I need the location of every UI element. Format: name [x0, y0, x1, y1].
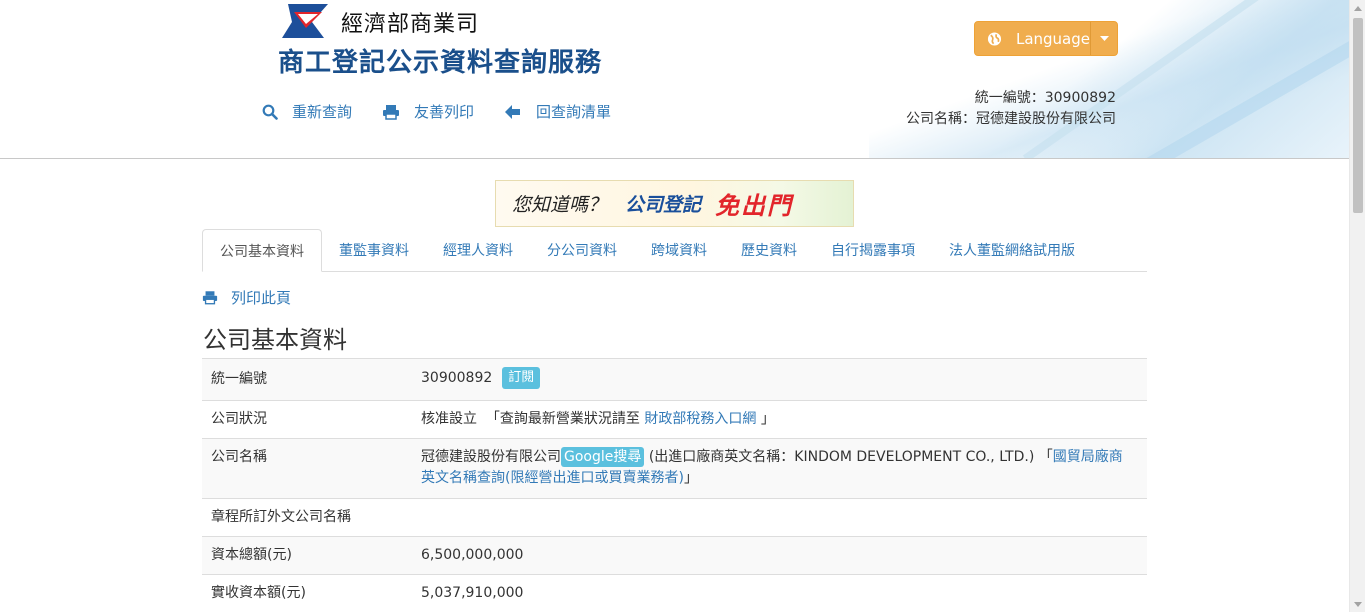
tab-history[interactable]: 歷史資料	[724, 229, 814, 271]
requery-link[interactable]: 重新查詢	[262, 101, 352, 122]
ministry-logo	[282, 4, 328, 38]
company-info-table: 統一編號 30900892 訂閱 公司狀況 核准設立 「查詢最新營業狀況請至 財政…	[202, 358, 1147, 612]
status-note-prefix: 「查詢最新營業狀況請至	[485, 411, 640, 427]
table-row: 公司狀況 核准設立 「查詢最新營業狀況請至 財政部稅務入口網 」	[202, 400, 1147, 439]
arrow-left-icon	[505, 104, 521, 119]
service-title: 商工登記公示資料查詢服務	[278, 48, 603, 78]
friendly-print-label: 友善列印	[414, 103, 475, 121]
header-company-name: 公司名稱：冠德建設股份有限公司	[906, 111, 1116, 127]
tab-branches[interactable]: 分公司資料	[530, 229, 634, 271]
row-label-name: 公司名稱	[211, 449, 267, 465]
page-header: 經濟部商業司 商工登記公示資料查詢服務 重新查詢 友善列印 回查詢清單 Lang…	[0, 0, 1349, 159]
scrollbar-thumb[interactable]	[1353, 18, 1363, 213]
banner-text-no-visit: 免出門	[715, 192, 794, 220]
banner-text-registration: 公司登記	[625, 194, 702, 216]
tab-self-disclosure[interactable]: 自行揭露事項	[814, 229, 932, 271]
tab-basic-info[interactable]: 公司基本資料	[202, 229, 322, 272]
header-links: 重新查詢 友善列印 回查詢清單	[262, 101, 611, 122]
row-label-capital-total: 資本總額(元)	[211, 547, 292, 563]
tab-bar: 公司基本資料 董監事資料 經理人資料 分公司資料 跨域資料 歷史資料 自行揭露事…	[202, 229, 1147, 272]
requery-label: 重新查詢	[292, 103, 353, 121]
subscribe-button[interactable]: 訂閱	[502, 367, 541, 389]
print-page-link[interactable]: 列印此頁	[202, 287, 291, 308]
header-ubn: 統一編號：30900892	[974, 90, 1116, 106]
banner-text-question: 您知道嗎？	[512, 194, 608, 216]
back-to-list-link[interactable]: 回查詢清單	[504, 101, 611, 122]
language-label: Language	[1015, 29, 1090, 48]
caret-down-icon	[1099, 36, 1109, 41]
status-note-suffix: 」	[760, 411, 775, 427]
print-icon	[383, 104, 400, 120]
vertical-scrollbar[interactable]	[1349, 0, 1365, 612]
language-button-main[interactable]: Language	[975, 22, 1091, 55]
row-label-status: 公司狀況	[211, 411, 267, 427]
row-label-capital-paid: 實收資本額(元)	[211, 585, 306, 601]
tab-directors[interactable]: 董監事資料	[322, 229, 426, 271]
header-company-info: 統一編號：30900892 公司名稱：冠德建設股份有限公司	[906, 88, 1116, 130]
tab-cross-domain[interactable]: 跨域資料	[634, 229, 724, 271]
capital-paid-value: 5,037,910,000	[421, 585, 524, 601]
row-label-foreign-name: 章程所訂外文公司名稱	[211, 509, 351, 525]
table-row: 實收資本額(元) 5,037,910,000	[202, 574, 1147, 612]
table-row: 資本總額(元) 6,500,000,000	[202, 536, 1147, 575]
ubn-value: 30900892	[421, 370, 493, 386]
google-search-button[interactable]: Google搜尋	[561, 447, 645, 467]
english-name-note: (出進口廠商英文名稱：KINDOM DEVELOPMENT CO., LTD.)	[648, 449, 1035, 465]
promo-banner[interactable]: 您知道嗎？ 公司登記 免出門	[495, 180, 854, 227]
foreign-name-value	[421, 499, 1133, 515]
scroll-up-arrow-icon[interactable]	[1350, 0, 1365, 16]
ministry-name: 經濟部商業司	[341, 12, 480, 37]
back-to-list-label: 回查詢清單	[536, 103, 612, 121]
table-row: 統一編號 30900892 訂閱	[202, 358, 1147, 401]
table-row: 章程所訂外文公司名稱	[202, 498, 1147, 537]
scroll-down-arrow-icon[interactable]	[1350, 596, 1365, 612]
capital-total-value: 6,500,000,000	[421, 547, 524, 563]
globe-icon	[987, 31, 1002, 46]
page-title: 公司基本資料	[203, 326, 347, 354]
language-button[interactable]: Language	[974, 21, 1118, 56]
print-page-label: 列印此頁	[231, 289, 292, 307]
friendly-print-link[interactable]: 友善列印	[382, 101, 474, 122]
company-name-value: 冠德建設股份有限公司	[421, 449, 561, 465]
row-label-ubn: 統一編號	[211, 371, 267, 387]
print-icon	[202, 291, 218, 305]
tax-portal-link[interactable]: 財政部稅務入口網	[644, 411, 756, 427]
tab-managers[interactable]: 經理人資料	[426, 229, 530, 271]
tab-director-network[interactable]: 法人董監網絡試用版	[932, 229, 1092, 271]
search-icon	[262, 104, 278, 120]
table-row: 公司名稱 冠德建設股份有限公司 Google搜尋 (出進口廠商英文名稱：KINDO…	[202, 438, 1147, 499]
bracket-close: 」	[683, 470, 698, 486]
bracket-open: 「	[1038, 449, 1053, 465]
language-dropdown-toggle[interactable]	[1091, 36, 1117, 41]
status-value: 核准設立	[421, 411, 477, 427]
